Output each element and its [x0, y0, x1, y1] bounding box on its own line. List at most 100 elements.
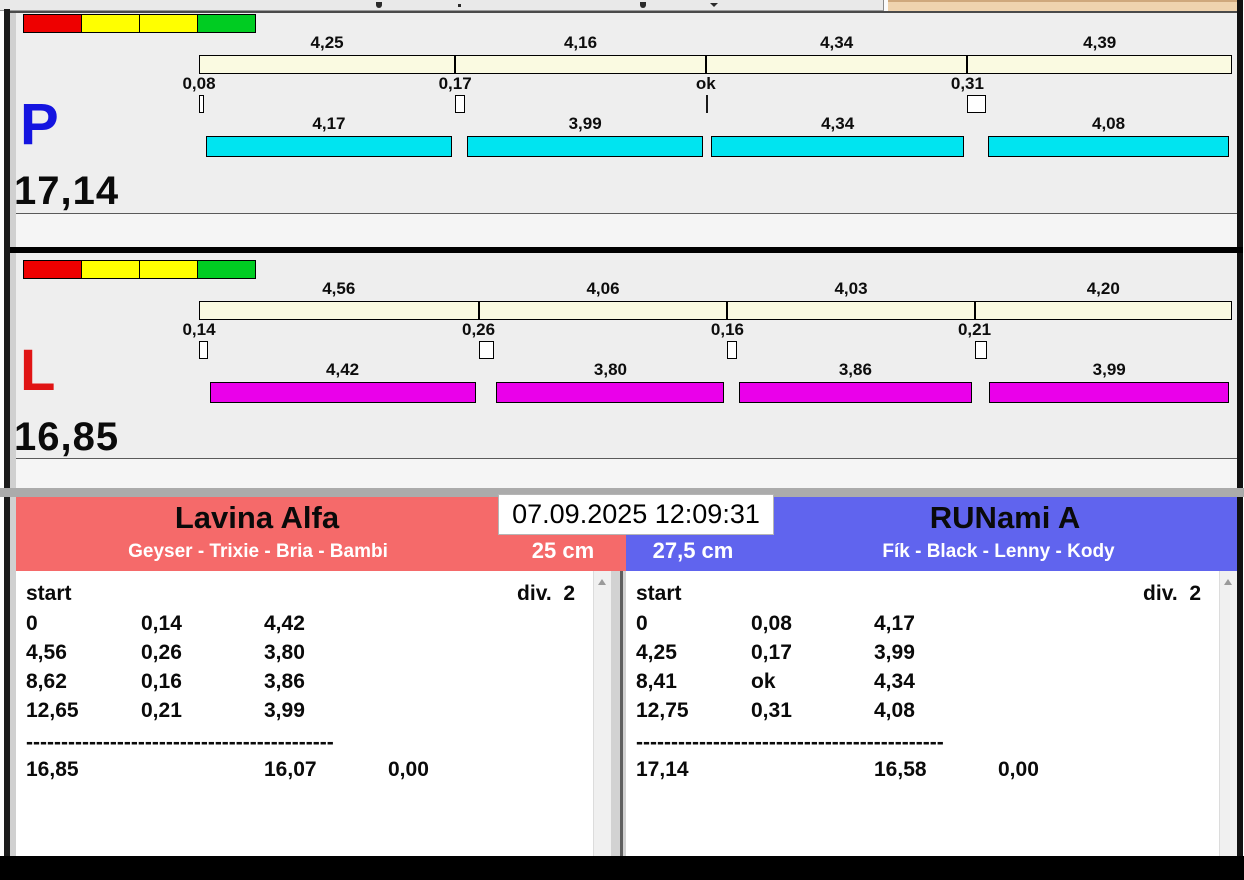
split-row: 0 0,14 4,42: [16, 612, 611, 636]
change-time-label: ok: [695, 74, 716, 93]
split-cell: 8,62: [26, 670, 67, 693]
lane-l-status-strip: [16, 459, 1237, 488]
change-time-label: 0,08: [182, 74, 216, 93]
traffic-light-indicator: [23, 260, 256, 279]
result-table-left[interactable]: start div. 2 0 0,14 4,42 4,56 0,26 3,80 8,62 0,…: [16, 571, 611, 856]
scroll-up-icon[interactable]: [598, 579, 606, 585]
split-row: 4,25 0,17 3,99: [626, 641, 1237, 665]
dog-time-bar: [496, 382, 725, 403]
split-time-label: 4,16: [563, 33, 598, 52]
separator-row: ----------------------------------------…: [26, 731, 334, 754]
lane-total-time: 17,14: [14, 169, 120, 213]
change-time-box[interactable]: [974, 341, 988, 359]
split-time-bar: [199, 301, 1232, 320]
split-cell: 0,08: [751, 612, 792, 635]
split-cell: 4,17: [874, 612, 915, 635]
change-time-box[interactable]: [967, 95, 987, 113]
toolbar-button[interactable]: [0, 0, 99, 11]
split-row: 8,41 ok 4,34: [626, 670, 1237, 694]
traffic-light-cell: [197, 14, 256, 33]
jump-height: 27,5 cm: [652, 538, 734, 563]
dog-time-label: 3,99: [1092, 360, 1126, 379]
table-header-division: div. 2: [517, 582, 575, 605]
toolbar-text-fragment: [640, 2, 646, 8]
dog-time-bar: [209, 382, 476, 403]
scroll-up-icon[interactable]: [1224, 579, 1232, 585]
lane-p-status-strip: [16, 214, 1237, 247]
change-time-label: 0,17: [438, 74, 472, 93]
table-header-start: start: [26, 582, 72, 605]
traffic-light-cell: [23, 14, 82, 33]
traffic-light-indicator: [23, 14, 256, 33]
table-gap: [611, 571, 626, 856]
split-cell: 4,42: [264, 612, 305, 635]
team-name: Lavina Alfa: [174, 500, 340, 535]
dog-time-bar: [988, 136, 1229, 157]
lane-section-p: 4,25 0,08 4,17 4,16 0,17 3,99 4,34 ok 4,34 4,39 0,…: [0, 13, 1244, 247]
traffic-light-cell: [139, 260, 198, 279]
result-table-right[interactable]: start div. 2 0 0,08 4,17 4,25 0,17 3,99 8,41 ok…: [626, 571, 1237, 856]
toolbar-button[interactable]: [668, 0, 728, 11]
toolbar-button[interactable]: [173, 0, 431, 11]
toolbar-text-fragment: [376, 2, 382, 8]
split-cell: 3,80: [264, 641, 305, 664]
lane-letter: L: [20, 338, 56, 403]
scrollbar[interactable]: [593, 571, 611, 856]
total-cell: 17,14: [636, 758, 689, 781]
dog-time-label: 3,99: [568, 114, 602, 133]
date-time-display: 07.09.2025 12:09:31: [498, 494, 774, 535]
toolbar-button[interactable]: [727, 0, 823, 11]
split-time-label: 4,03: [834, 279, 868, 298]
active-tab-peach[interactable]: [888, 0, 1237, 11]
change-time-label: 0,16: [710, 320, 744, 339]
split-cell: 12,75: [636, 699, 689, 722]
change-time-box[interactable]: [199, 341, 208, 359]
split-cell: 0: [636, 612, 648, 635]
total-cell: 16,07: [264, 758, 317, 781]
traffic-light-cell: [81, 260, 140, 279]
traffic-light-cell: [23, 260, 82, 279]
traffic-light-cell: [139, 14, 198, 33]
dog-time-label: 4,17: [312, 114, 346, 133]
total-cell: 16,58: [874, 758, 927, 781]
toolbar-button[interactable]: [98, 0, 174, 11]
bottom-black-bar: [0, 856, 1244, 880]
split-time-label: 4,56: [322, 279, 356, 298]
total-cell: 16,85: [26, 758, 79, 781]
table-header-division: div. 2: [1143, 582, 1201, 605]
toolbar-button[interactable]: [488, 0, 621, 11]
dog-time-label: 4,08: [1092, 114, 1126, 133]
split-bar-divider: [973, 301, 976, 320]
change-time-box[interactable]: [199, 95, 204, 113]
split-time-bar: [199, 55, 1232, 74]
split-cell: ok: [751, 670, 776, 693]
split-cell: 0,21: [141, 699, 182, 722]
change-time-box[interactable]: [455, 95, 466, 113]
split-cell: 4,25: [636, 641, 677, 664]
table-gap-divider: [620, 571, 623, 856]
change-time-box[interactable]: [727, 341, 738, 359]
dog-time-label: 4,42: [326, 360, 360, 379]
split-row: 8,62 0,16 3,86: [16, 670, 611, 694]
change-time-box[interactable]: [478, 341, 495, 359]
split-cell: 4,08: [874, 699, 915, 722]
split-cell: 3,99: [874, 641, 915, 664]
perfect-change-mark: [705, 95, 708, 113]
split-time-label: 4,39: [1083, 33, 1117, 52]
split-row: 4,56 0,26 3,80: [16, 641, 611, 665]
lane-total-time: 16,85: [14, 415, 120, 459]
team-dogs: Fík - Black - Lenny - Kody: [882, 541, 1115, 562]
split-bar-divider: [704, 55, 707, 74]
split-cell: 4,34: [874, 670, 915, 693]
split-cell: 8,41: [636, 670, 677, 693]
dog-time-label: 3,80: [593, 360, 628, 379]
split-time-label: 4,20: [1086, 279, 1120, 298]
totals-row: 16,85 16,07 0,00: [16, 758, 611, 782]
split-bar-divider: [966, 55, 969, 74]
scrollbar[interactable]: [1219, 571, 1237, 856]
change-time-label: 0,14: [182, 320, 216, 339]
lane-letter: P: [20, 92, 59, 157]
split-bar-divider: [454, 55, 457, 74]
toolbar-button[interactable]: [822, 0, 884, 11]
split-cell: 12,65: [26, 699, 79, 722]
